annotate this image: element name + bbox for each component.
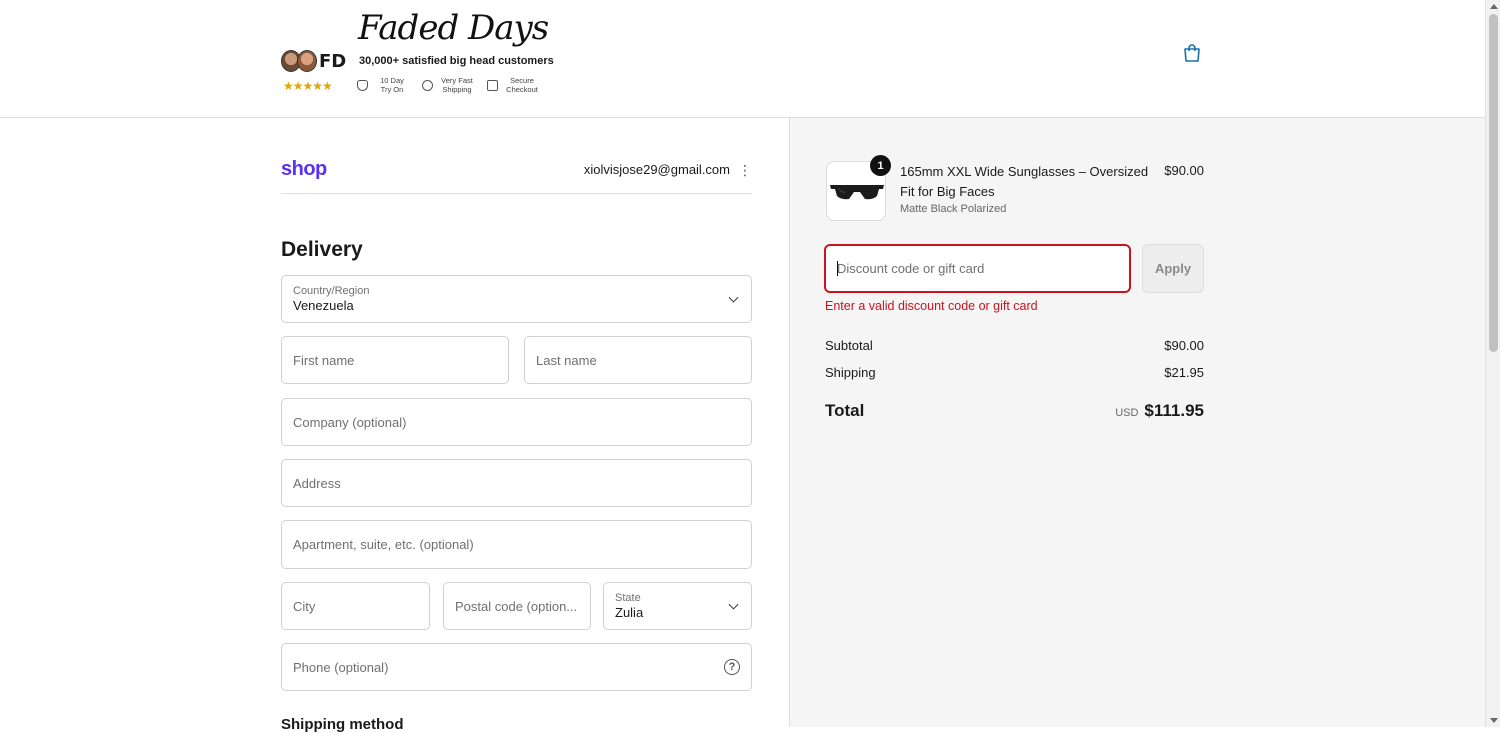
store-tagline: 30,000+ satisfied big head customers [359, 55, 554, 67]
divider [281, 193, 752, 194]
more-options-icon[interactable]: ⋮ [738, 163, 752, 177]
account-email: xiolvisjose29@gmail.com [583, 162, 730, 177]
page-scrollbar[interactable] [1485, 0, 1500, 727]
discount-code-input[interactable]: Discount code or gift card [824, 244, 1131, 293]
shipping-row: Shipping $21.95 [825, 365, 1204, 380]
total-value: $111.95 [1144, 401, 1204, 420]
country-select[interactable]: Country/Region Venezuela [281, 275, 752, 323]
trust-badge: Secure Checkout [487, 76, 542, 94]
shop-pay-logo: shop [281, 158, 327, 180]
customer-avatar [297, 50, 317, 72]
chevron-down-icon [728, 599, 739, 610]
product-title: 165mm XXL Wide Sunglasses – Oversized Fi… [900, 164, 1149, 199]
trust-badges: 10 Day Try On Very Fast Shipping Secure … [357, 76, 542, 94]
phone-field[interactable]: Phone (optional) ? [281, 643, 752, 691]
shopping-bag-icon[interactable] [1183, 43, 1201, 63]
shipping-label: Shipping [825, 365, 876, 380]
state-value: Zulia [615, 605, 644, 620]
clock-icon [422, 79, 433, 91]
scroll-down-icon[interactable] [1490, 718, 1498, 723]
total-amount: USD $111.95 [1115, 401, 1204, 421]
rating-stars: ★★★★★ [283, 79, 333, 93]
subtotal-row: Subtotal $90.00 [825, 338, 1204, 353]
badge-label: Very Fast Shipping [441, 76, 473, 94]
quantity-badge: 1 [870, 155, 891, 176]
discount-error-message: Enter a valid discount code or gift card [825, 299, 1038, 313]
country-value: Venezuela [293, 298, 354, 313]
address-input[interactable]: Address [281, 459, 752, 507]
help-icon[interactable]: ? [724, 659, 740, 675]
apply-button[interactable]: Apply [1142, 244, 1204, 293]
badge-label: 10 Day Try On [380, 76, 404, 94]
total-label: Total [825, 401, 865, 420]
lock-icon [487, 79, 498, 91]
order-summary-panel [789, 118, 1485, 727]
product-price: $90.00 [1164, 163, 1204, 178]
subtotal-label: Subtotal [825, 338, 873, 353]
postal-code-input[interactable]: Postal code (option... [443, 582, 591, 630]
total-row: Total USD $111.95 [825, 401, 1204, 421]
first-name-input[interactable]: First name [281, 336, 509, 384]
chevron-down-icon [728, 292, 739, 303]
discount-placeholder: Discount code or gift card [837, 261, 985, 276]
store-logo[interactable]: Faded Days [358, 8, 549, 48]
store-header: Faded Days FD ★★★★★ 30,000+ satisfied bi… [0, 0, 1485, 118]
trust-badge: 10 Day Try On [357, 76, 412, 94]
apartment-input[interactable]: Apartment, suite, etc. (optional) [281, 520, 752, 569]
last-name-input[interactable]: Last name [524, 336, 752, 384]
subtotal-value: $90.00 [1164, 338, 1204, 353]
shield-check-icon [357, 79, 368, 91]
state-select[interactable]: State Zulia [603, 582, 752, 630]
account-menu[interactable]: xiolvisjose29@gmail.com ⋮ [584, 162, 752, 177]
shipping-method-heading: Shipping method [281, 716, 404, 733]
state-label: State [615, 592, 641, 604]
country-label: Country/Region [293, 285, 370, 297]
company-input[interactable]: Company (optional) [281, 398, 752, 446]
badge-label: Secure Checkout [506, 76, 538, 94]
scroll-up-icon[interactable] [1490, 4, 1498, 9]
avatar-initials: FD [319, 50, 347, 72]
delivery-heading: Delivery [281, 238, 363, 261]
scrollbar-thumb[interactable] [1489, 14, 1498, 352]
shipping-value: $21.95 [1164, 365, 1204, 380]
currency-code: USD [1115, 407, 1139, 419]
phone-placeholder: Phone (optional) [293, 659, 389, 675]
trust-badge: Very Fast Shipping [422, 76, 477, 94]
customer-avatars: FD [281, 50, 346, 72]
city-input[interactable]: City [281, 582, 430, 630]
product-variant: Matte Black Polarized [900, 203, 1007, 215]
